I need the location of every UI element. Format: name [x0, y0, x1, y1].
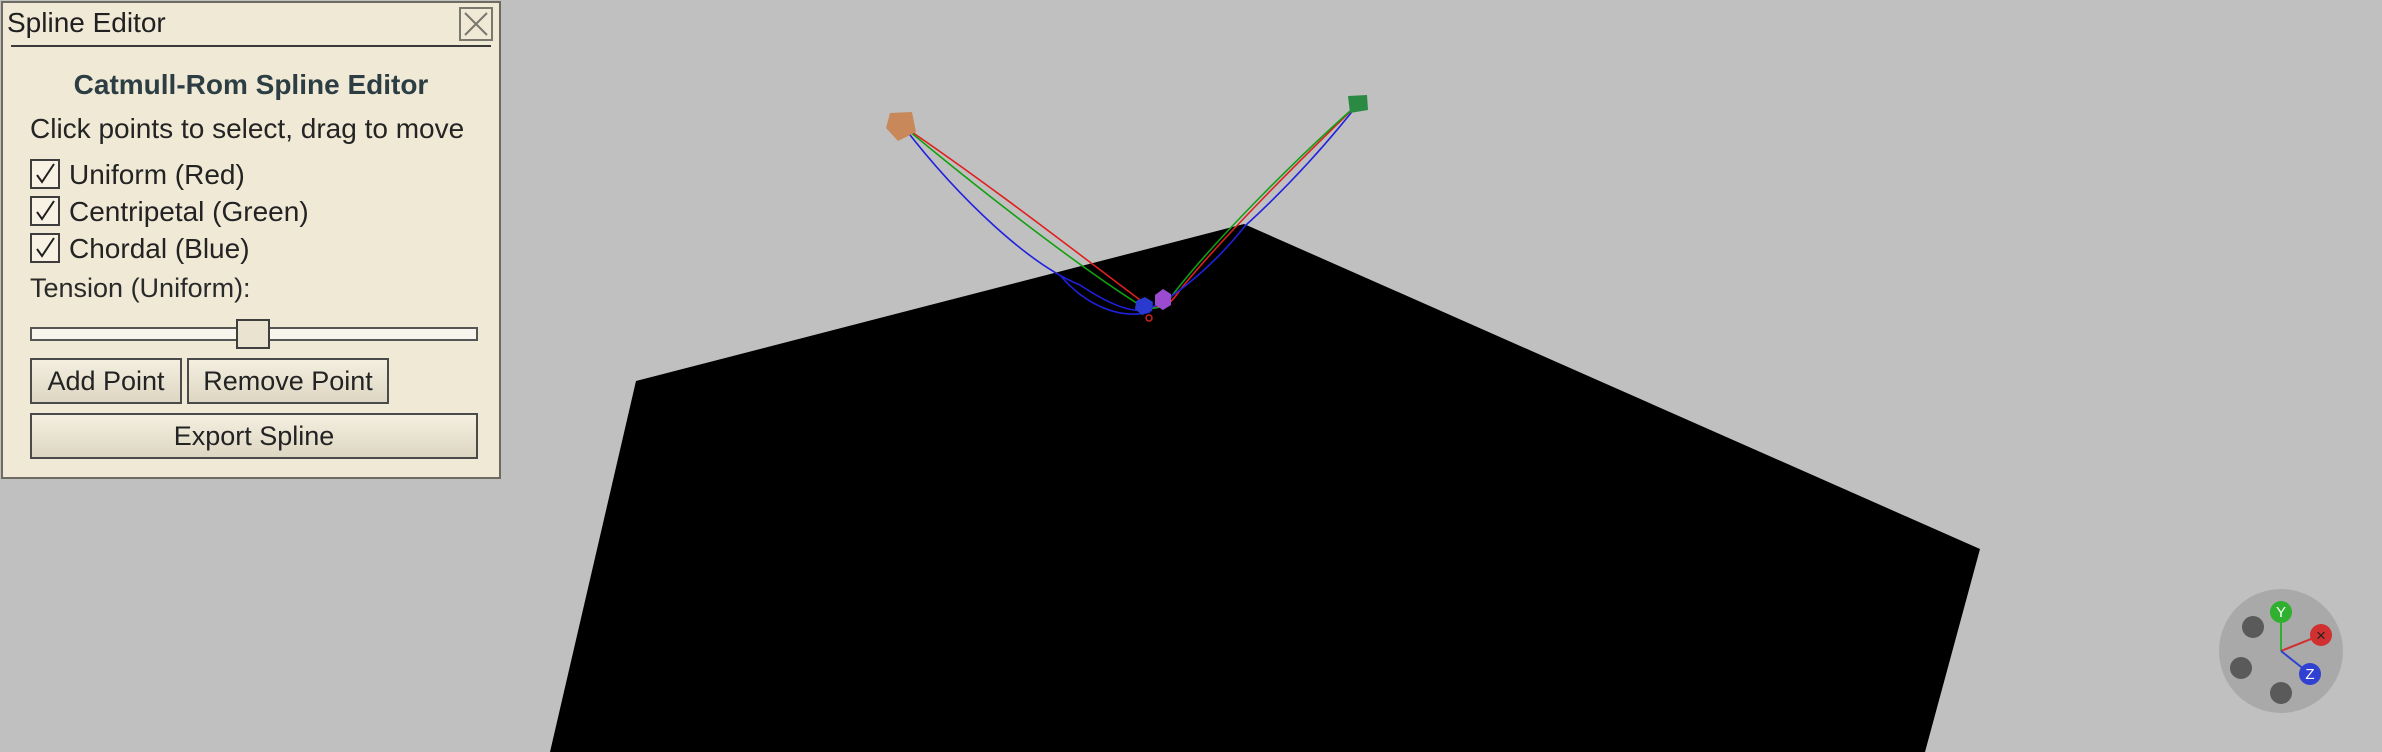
tension-label: Tension (Uniform): [30, 273, 251, 303]
uniform-checkbox-label[interactable]: Uniform (Red) [69, 159, 245, 191]
control-point-4[interactable] [1348, 95, 1368, 113]
checkmark-icon [36, 163, 55, 184]
centripetal-checkbox[interactable] [30, 196, 60, 226]
gizmo-z-label: Z [2305, 666, 2314, 683]
gizmo-neg-y-handle[interactable] [2242, 616, 2264, 638]
gizmo-y-label: Y [2276, 604, 2286, 621]
panel-titlebar[interactable]: Spline Editor [3, 3, 499, 43]
gizmo-neg-x-handle[interactable] [2230, 657, 2252, 679]
instructions-text: Click points to select, drag to move [30, 113, 465, 144]
panel-heading: Catmull-Rom Spline Editor [73, 69, 429, 100]
3d-viewport[interactable]: Y × Z Spline Editor Catmull-Rom Spline E… [0, 0, 2382, 752]
chordal-checkbox-label[interactable]: Chordal (Blue) [69, 233, 250, 265]
remove-point-button[interactable]: Remove Point [187, 358, 389, 404]
ground-plane [550, 224, 1980, 752]
checkmark-icon [36, 237, 55, 258]
export-spline-button[interactable]: Export Spline [30, 413, 478, 459]
gizmo-neg-z-handle[interactable] [2270, 682, 2292, 704]
chordal-checkbox[interactable] [30, 233, 60, 263]
gizmo-x-label: × [2316, 626, 2326, 645]
centripetal-checkbox-label[interactable]: Centripetal (Green) [69, 196, 309, 228]
uniform-checkbox[interactable] [30, 159, 60, 189]
panel-title: Spline Editor [7, 7, 166, 38]
checkmark-icon [36, 200, 55, 221]
add-point-button[interactable]: Add Point [30, 358, 182, 404]
tension-slider-handle[interactable] [236, 319, 270, 349]
close-icon [464, 12, 488, 36]
orientation-gizmo[interactable]: Y × Z [2216, 586, 2346, 721]
spline-editor-panel: Spline Editor Catmull-Rom Spline Editor … [1, 1, 501, 479]
title-separator [11, 45, 491, 47]
close-button[interactable] [459, 7, 493, 41]
